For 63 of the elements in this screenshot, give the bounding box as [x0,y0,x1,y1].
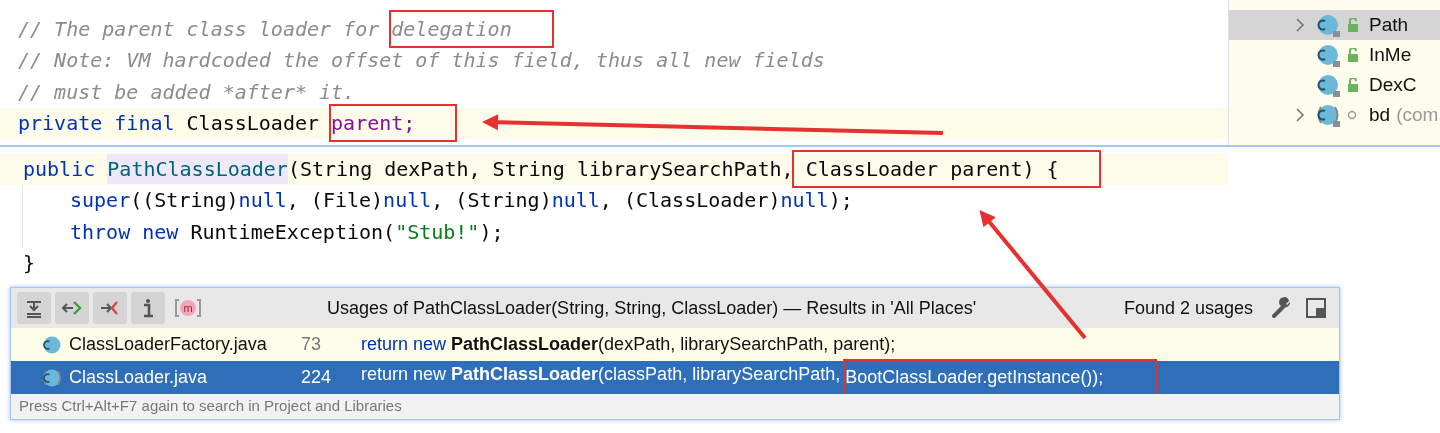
code-text: null [238,187,287,215]
tree-item[interactable]: DexC [1229,70,1440,100]
code-text: null [780,187,829,215]
toolbar-button[interactable] [131,292,165,324]
code-text: } [23,250,36,278]
code-text: PathClassLoader [107,153,288,184]
hint-text: Press Ctrl+Alt+F7 again to search in Project and Libraries [18,396,402,417]
chevron-icon[interactable] [1295,107,1305,123]
toolbar-button[interactable] [93,292,127,324]
lock-icon [1347,18,1359,32]
usage-row[interactable]: ClassLoader.java 224 return new PathClassLoader(classPath, librarySearchPath, BootClassLoader.getInstance()); [11,361,1339,394]
code-text: private final [18,110,176,138]
code-text: PathClassLoader [451,363,599,386]
code-text: null [551,187,600,215]
code-text: PathClassLoader [451,333,599,356]
line-number: 73 [301,333,323,356]
code-text: RuntimeException( [190,218,396,246]
toolbar-button[interactable] [55,292,89,324]
code-text: ((String) [130,187,239,215]
code-text: // Note: VM hardcoded the offset of this field, thus all new fields [18,47,825,75]
code-text: // must be added *after* it. [18,78,356,106]
code-text: (classPath, librarySearchPath, [598,363,842,386]
code-text: ClassLoader [186,110,321,138]
line-number: 224 [301,366,333,389]
code-text: ); [479,218,504,246]
code-text: return new [361,363,448,386]
code-text: super [70,187,131,215]
code-text: public [23,155,97,183]
lock-icon [1347,78,1359,92]
class-icon [1315,102,1341,128]
tree-item[interactable]: InMe [1229,40,1440,70]
tree-item[interactable]: bd (com [1229,100,1440,130]
code-text: // The parent class loader for [18,15,381,43]
class-icon [1315,72,1341,98]
class-icon [1315,12,1341,38]
code-text: return new [361,333,448,356]
code-text: , (ClassLoader) [599,187,781,215]
code-text: ); [828,187,853,215]
chevron-icon[interactable] [1295,17,1305,33]
toolbar-button[interactable] [17,292,51,324]
dot-icon [1347,110,1357,120]
highlighted-code-text: delegation [391,11,552,46]
code-text: throw new [70,218,180,246]
code-text: (dexPath, librarySearchPath, parent); [598,333,896,356]
code-text: , (File) [286,187,384,215]
code-text: (String dexPath, String librarySearchPath, [287,155,794,183]
highlighted-code-text: parent; [331,106,456,141]
highlighted-code-text: ClassLoader parent) { [793,151,1099,186]
class-icon [1315,42,1341,68]
code-text: , (String) [431,187,552,215]
package-label: (com [1396,102,1439,127]
tree-item[interactable]: Path [1229,10,1440,40]
highlighted-code-text: BootClassLoader.getInstance()); [845,361,1156,394]
usage-row[interactable]: ClassLoaderFactory.java 73 return new PathClassLoader(dexPath, librarySearchPath, parent); [11,328,1339,361]
lock-icon [1347,48,1359,62]
usage-count: Found 2 usages [1123,296,1253,320]
file-name: ClassLoader.java [69,366,209,389]
pin-window-icon[interactable] [1305,297,1327,319]
code-text: "Stub!" [395,218,480,246]
usages-title: Usages of PathClassLoader(String, String, ClassLoader) — Results in 'All Places' [327,296,977,320]
file-name: ClassLoaderFactory.java [69,333,268,356]
settings-icon[interactable] [1271,297,1293,319]
code-text: null [383,187,432,215]
